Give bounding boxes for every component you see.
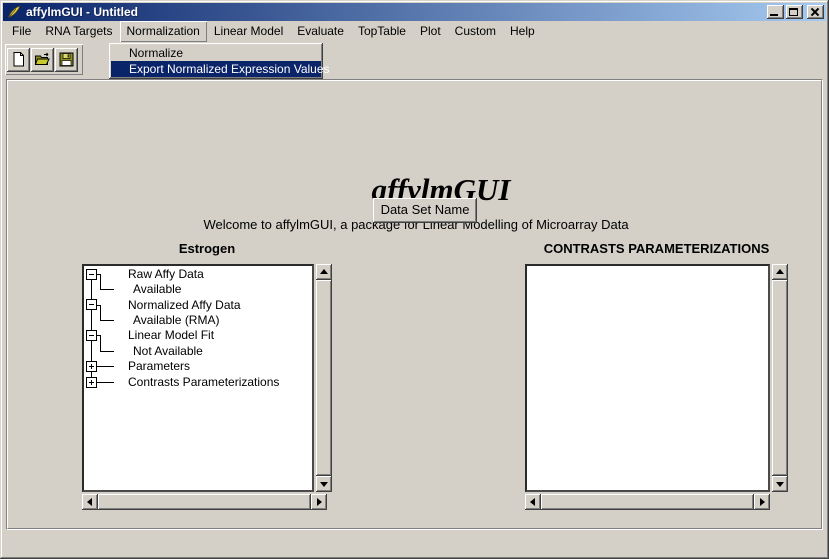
tree-collapse-icon[interactable]	[86, 269, 97, 280]
title-bar[interactable]: affylmGUI - Untitled	[3, 3, 826, 21]
tree-item-label: Available	[133, 282, 181, 296]
contrasts-parameterizations-listbox[interactable]	[525, 264, 770, 492]
arrow-down-icon	[776, 482, 784, 487]
left-vertical-scrollbar[interactable]	[316, 264, 332, 492]
menu-linear-model[interactable]: Linear Model	[207, 21, 290, 42]
tree-item[interactable]: Raw Affy Data	[84, 266, 312, 282]
right-vertical-scrollbar[interactable]	[772, 264, 788, 492]
tree-item-label: Not Available	[133, 344, 203, 358]
right-panel-heading: CONTRASTS PARAMETERIZATIONS	[525, 241, 788, 256]
menu-normalization[interactable]: Normalization	[120, 21, 207, 42]
tree-collapse-icon[interactable]	[86, 330, 97, 341]
vertical-scroll-thumb[interactable]	[772, 280, 788, 476]
menu-rna-targets[interactable]: RNA Targets	[38, 21, 119, 42]
tree-item-label: Available (RMA)	[133, 313, 219, 327]
left-panel-heading: Estrogen	[82, 241, 332, 256]
menu-file[interactable]: File	[5, 21, 38, 42]
save-file-button[interactable]	[55, 48, 78, 72]
scroll-down-button[interactable]	[772, 476, 788, 492]
minimize-button[interactable]	[767, 5, 784, 19]
minimize-icon	[770, 14, 778, 16]
status-tree-listbox[interactable]: Raw Affy Data Available Normalized Affy …	[82, 264, 314, 492]
vertical-scroll-thumb[interactable]	[316, 280, 332, 476]
tree-item[interactable]: Linear Model Fit	[84, 327, 312, 343]
tree-collapse-icon[interactable]	[86, 299, 97, 310]
menu-help[interactable]: Help	[503, 21, 542, 42]
application-window: affylmGUI - Untitled File RNA Targets No…	[0, 0, 829, 559]
status-tree: Raw Affy Data Available Normalized Affy …	[84, 266, 312, 490]
menu-item-normalize[interactable]: Normalize	[111, 45, 321, 61]
maximize-button[interactable]	[786, 5, 803, 19]
scroll-right-button[interactable]	[754, 494, 770, 510]
tk-feather-icon	[6, 5, 22, 19]
menu-evaluate[interactable]: Evaluate	[290, 21, 351, 42]
menu-item-export-normalized-expression-values[interactable]: Export Normalized Expression Values	[111, 61, 321, 77]
scroll-up-button[interactable]	[772, 264, 788, 280]
maximize-icon	[789, 8, 798, 16]
tree-item-label: Contrasts Parameterizations	[128, 375, 279, 389]
tree-item[interactable]: Parameters	[84, 358, 312, 374]
close-button[interactable]	[807, 5, 824, 19]
new-file-button[interactable]	[7, 48, 30, 72]
horizontal-scroll-thumb[interactable]	[541, 494, 754, 510]
arrow-up-icon	[776, 269, 784, 274]
window-title: affylmGUI - Untitled	[26, 5, 138, 19]
menu-bar: File RNA Targets Normalization Linear Mo…	[3, 21, 826, 42]
left-horizontal-scrollbar[interactable]	[82, 494, 327, 510]
tree-item[interactable]: Normalized Affy Data	[84, 297, 312, 313]
tree-expand-icon[interactable]	[86, 361, 97, 372]
arrow-left-icon	[87, 498, 92, 506]
data-set-name-button[interactable]: Data Set Name	[373, 198, 477, 223]
arrow-left-icon	[530, 498, 535, 506]
tree-item-label: Parameters	[128, 359, 190, 373]
scroll-left-button[interactable]	[82, 494, 98, 510]
arrow-right-icon	[317, 498, 322, 506]
menu-plot[interactable]: Plot	[413, 21, 448, 42]
open-file-icon	[34, 51, 51, 68]
tree-item[interactable]: Not Available	[84, 343, 312, 359]
tree-item-label: Raw Affy Data	[128, 267, 204, 281]
new-file-icon	[10, 51, 27, 68]
toolbar	[5, 44, 83, 75]
tree-item-label: Normalized Affy Data	[128, 298, 241, 312]
main-content-frame: affylmGUI Welcome to affylmGUI, a packag…	[6, 79, 823, 530]
arrow-down-icon	[320, 482, 328, 487]
scroll-left-button[interactable]	[525, 494, 541, 510]
arrow-right-icon	[760, 498, 765, 506]
tree-item[interactable]: Available	[84, 281, 312, 297]
tree-expand-icon[interactable]	[86, 377, 97, 388]
menu-toptable[interactable]: TopTable	[351, 21, 413, 42]
horizontal-scroll-thumb[interactable]	[98, 494, 311, 510]
arrow-up-icon	[320, 269, 328, 274]
tree-item[interactable]: Available (RMA)	[84, 312, 312, 328]
right-horizontal-scrollbar[interactable]	[525, 494, 770, 510]
normalization-dropdown-menu: Normalize Export Normalized Expression V…	[109, 43, 323, 79]
scroll-up-button[interactable]	[316, 264, 332, 280]
open-file-button[interactable]	[31, 48, 54, 72]
scroll-right-button[interactable]	[311, 494, 327, 510]
main-content-inner: affylmGUI Welcome to affylmGUI, a packag…	[7, 80, 822, 529]
save-file-icon	[58, 51, 75, 68]
close-icon	[810, 7, 820, 16]
tree-item-label: Linear Model Fit	[128, 328, 214, 342]
scroll-down-button[interactable]	[316, 476, 332, 492]
menu-custom[interactable]: Custom	[448, 21, 503, 42]
tree-item[interactable]: Contrasts Parameterizations	[84, 374, 312, 390]
